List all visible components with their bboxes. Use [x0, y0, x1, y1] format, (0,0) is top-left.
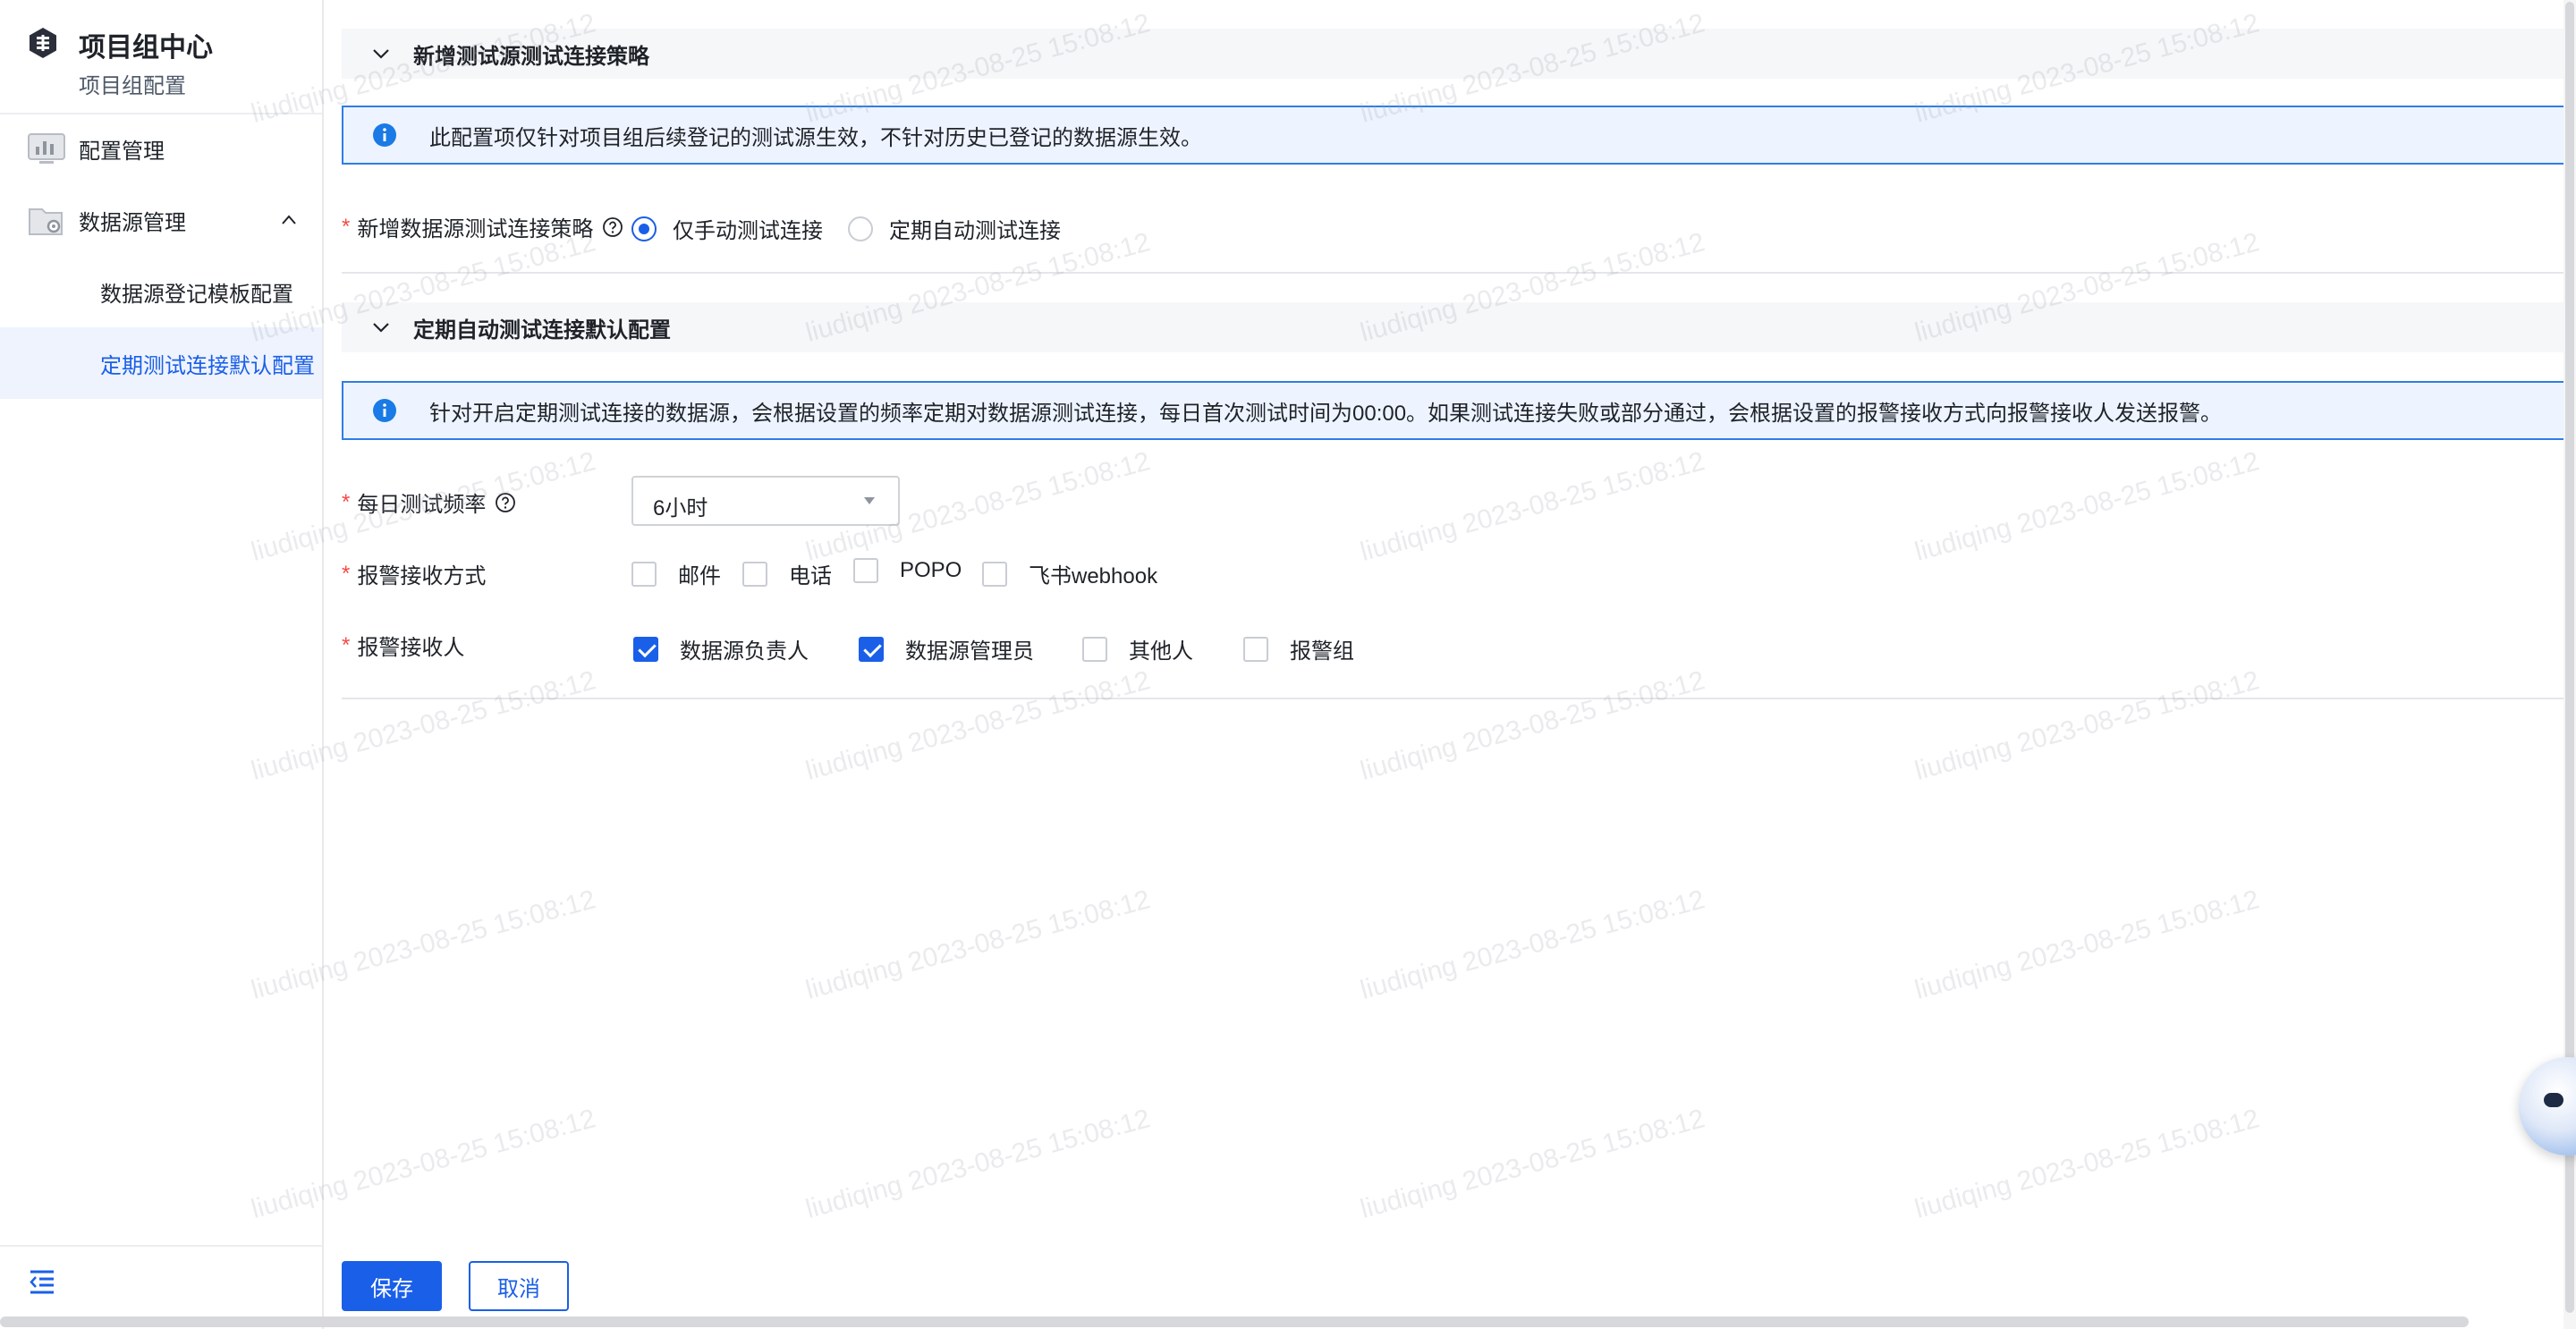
assistant-robot-icon	[2544, 1093, 2563, 1107]
sidebar: 项目组中心 项目组配置 配置管理 数据源管理 数据源登记模板配置 定期测试连接默…	[0, 0, 324, 1329]
required-mark: *	[342, 561, 351, 586]
radio-circle[interactable]	[848, 216, 873, 241]
radio-label: 仅手动测试连接	[673, 219, 823, 243]
checkbox-label: 数据源负责人	[680, 639, 809, 664]
radio-periodic-auto-test[interactable]: 定期自动测试连接	[848, 213, 1061, 244]
checkbox-box[interactable]	[742, 561, 767, 587]
database-gear-icon	[29, 208, 63, 235]
checkbox-alert-popo[interactable]: POPO	[853, 558, 962, 583]
caret-down-icon	[864, 497, 875, 504]
sidebar-item-label: 配置管理	[79, 139, 165, 164]
checkbox-box[interactable]	[631, 561, 657, 587]
chevron-down-icon[interactable]	[370, 317, 392, 338]
required-mark: *	[342, 214, 351, 239]
project-hexagon-icon	[30, 28, 56, 58]
sidebar-subitem-label: 数据源登记模板配置	[100, 282, 293, 307]
sidebar-item-datasource-management[interactable]: 数据源管理	[0, 184, 322, 256]
checkbox-label: 邮件	[678, 564, 721, 588]
checkbox-alert-phone[interactable]: 电话	[742, 558, 832, 589]
checkbox-receiver-others[interactable]: 其他人	[1082, 633, 1193, 664]
checkbox-receiver-admin[interactable]: 数据源管理员	[859, 633, 1034, 664]
select-value: 6小时	[653, 496, 708, 521]
sidebar-bottom-divider	[0, 1245, 322, 1247]
checkbox-receiver-alert-group[interactable]: 报警组	[1243, 633, 1354, 664]
form-label-daily-frequency: * 每日测试频率	[342, 487, 516, 518]
checkbox-box-checked[interactable]	[859, 636, 884, 662]
info-icon	[373, 123, 396, 147]
checkbox-box[interactable]	[982, 561, 1007, 587]
sidebar-title: 项目组中心	[79, 33, 213, 63]
checkbox-label: 报警组	[1290, 639, 1354, 664]
info-alert-new-test-strategy: 此配置项仅针对项目组后续登记的测试源生效，不针对历史已登记的数据源生效。	[342, 106, 2572, 165]
section-header-new-test-strategy: 新增测试源测试连接策略	[342, 29, 2572, 79]
section-divider	[342, 698, 2572, 699]
label-text: 每日测试频率	[357, 493, 487, 517]
radio-circle-selected[interactable]	[631, 216, 657, 241]
checkbox-label: 数据源管理员	[905, 639, 1034, 664]
horizontal-scrollbar[interactable]	[0, 1316, 2469, 1327]
info-text: 针对开启定期测试连接的数据源，会根据设置的频率定期对数据源测试连接，每日首次测试…	[429, 401, 2223, 426]
question-circle-icon[interactable]	[495, 492, 516, 513]
sidebar-item-label: 数据源管理	[79, 210, 186, 235]
label-text: 报警接收人	[357, 636, 465, 660]
checkbox-receiver-owner[interactable]: 数据源负责人	[633, 633, 809, 664]
chevron-down-icon[interactable]	[370, 43, 392, 64]
save-button[interactable]: 保存	[342, 1261, 442, 1311]
checkbox-label: 飞书webhook	[1029, 564, 1158, 588]
checkbox-box[interactable]	[853, 558, 878, 583]
section-header-periodic-test-default: 定期自动测试连接默认配置	[342, 302, 2572, 352]
info-alert-periodic-test: 针对开启定期测试连接的数据源，会根据设置的频率定期对数据源测试连接，每日首次测试…	[342, 381, 2572, 440]
radio-label: 定期自动测试连接	[889, 219, 1061, 243]
checkbox-label: 其他人	[1129, 639, 1193, 664]
main-content: 新增测试源测试连接策略 此配置项仅针对项目组后续登记的测试源生效，不针对历史已登…	[324, 0, 2576, 1329]
section-divider	[342, 272, 2572, 274]
sidebar-subitem-label: 定期测试连接默认配置	[100, 353, 315, 378]
sidebar-header: 项目组中心 项目组配置	[25, 23, 311, 100]
cancel-button[interactable]: 取消	[469, 1261, 569, 1311]
checkbox-box[interactable]	[1082, 636, 1107, 662]
monitor-chart-icon	[28, 133, 65, 164]
sidebar-subitem-periodic-test-default[interactable]: 定期测试连接默认配置	[0, 327, 322, 399]
chevron-up-icon[interactable]	[279, 210, 299, 230]
checkbox-box[interactable]	[1243, 636, 1268, 662]
radio-manual-test[interactable]: 仅手动测试连接	[631, 213, 823, 244]
section-title: 定期自动测试连接默认配置	[413, 317, 671, 343]
sidebar-subitem-datasource-template[interactable]: 数据源登记模板配置	[0, 256, 322, 327]
form-label-alert-method: * 报警接收方式	[342, 558, 486, 589]
checkbox-label: 电话	[789, 564, 832, 588]
label-text: 新增数据源测试连接策略	[357, 217, 594, 241]
required-mark: *	[342, 489, 351, 514]
question-circle-icon[interactable]	[602, 216, 623, 238]
required-mark: *	[342, 632, 351, 657]
form-label-new-test-strategy: * 新增数据源测试连接策略	[342, 211, 623, 242]
label-text: 报警接收方式	[357, 564, 487, 588]
info-icon	[373, 399, 396, 422]
form-label-alert-receiver: * 报警接收人	[342, 630, 464, 661]
checkbox-box-checked[interactable]	[633, 636, 658, 662]
sidebar-item-config-management[interactable]: 配置管理	[0, 113, 322, 184]
sidebar-subtitle: 项目组配置	[79, 74, 186, 98]
collapse-menu-icon[interactable]	[27, 1268, 57, 1295]
checkbox-alert-email[interactable]: 邮件	[631, 558, 721, 589]
info-text: 此配置项仅针对项目组后续登记的测试源生效，不针对历史已登记的数据源生效。	[429, 125, 1202, 150]
checkbox-alert-feishu-webhook[interactable]: 飞书webhook	[982, 558, 1157, 589]
checkbox-label: POPO	[900, 558, 962, 582]
frequency-select[interactable]: 6小时	[631, 476, 900, 526]
section-title: 新增测试源测试连接策略	[413, 44, 649, 69]
